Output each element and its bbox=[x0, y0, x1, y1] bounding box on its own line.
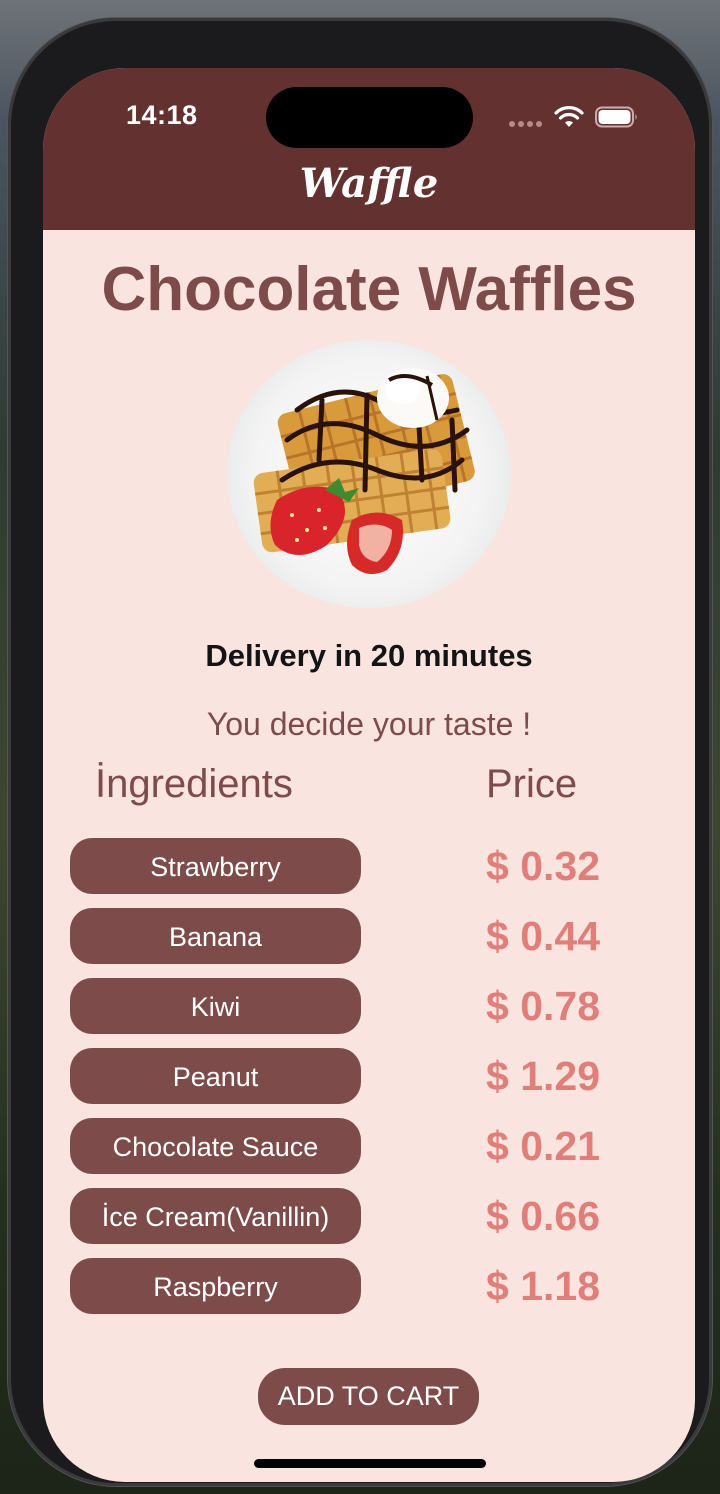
waffle-image bbox=[227, 340, 511, 608]
ingredient-row: Banana $ 0.44 bbox=[43, 908, 695, 978]
ingredient-button-raspberry[interactable]: Raspberry bbox=[70, 1258, 361, 1314]
ingredient-button-kiwi[interactable]: Kiwi bbox=[70, 978, 361, 1034]
ingredient-list: Strawberry $ 0.32 Banana $ 0.44 Kiwi $ 0… bbox=[43, 838, 695, 1328]
add-to-cart-button[interactable]: ADD TO CART bbox=[258, 1368, 479, 1425]
ingredient-button-strawberry[interactable]: Strawberry bbox=[70, 838, 361, 894]
dynamic-island bbox=[266, 87, 473, 148]
price-label: $ 0.44 bbox=[486, 913, 600, 959]
ingredient-row: Raspberry $ 1.18 bbox=[43, 1258, 695, 1328]
tagline-text: You decide your taste ! bbox=[206, 706, 532, 742]
ingredient-button-banana[interactable]: Banana bbox=[70, 908, 361, 964]
ingredient-button-chocolate-sauce[interactable]: Chocolate Sauce bbox=[70, 1118, 361, 1174]
ingredient-button-peanut[interactable]: Peanut bbox=[70, 1048, 361, 1104]
price-column-header: Price bbox=[486, 762, 578, 806]
ingredient-row: Kiwi $ 0.78 bbox=[43, 978, 695, 1048]
battery-icon bbox=[595, 106, 637, 128]
waffle-illustration bbox=[253, 368, 475, 574]
phone-frame: 14:18 Waffle Chocolate Waffles Delivery … bbox=[8, 18, 712, 1486]
app-screen: 14:18 Waffle Chocolate Waffles Delivery … bbox=[43, 68, 695, 1482]
price-label: $ 0.66 bbox=[486, 1193, 600, 1239]
price-label: $ 0.78 bbox=[486, 983, 600, 1029]
page-title: Chocolate Waffles bbox=[101, 255, 637, 324]
cellular-signal-icon bbox=[509, 121, 542, 127]
ingredient-row: Peanut $ 1.29 bbox=[43, 1048, 695, 1118]
price-label: $ 1.18 bbox=[486, 1263, 600, 1309]
delivery-time-text: Delivery in 20 minutes bbox=[205, 638, 533, 673]
home-indicator[interactable] bbox=[254, 1459, 486, 1468]
app-header: 14:18 Waffle bbox=[43, 68, 695, 230]
price-label: $ 0.21 bbox=[486, 1123, 600, 1169]
wifi-icon bbox=[554, 106, 584, 127]
app-title: Waffle bbox=[299, 160, 439, 207]
ingredients-column-header: İngredients bbox=[95, 762, 293, 806]
status-time: 14:18 bbox=[126, 100, 198, 130]
ingredient-row: Chocolate Sauce $ 0.21 bbox=[43, 1118, 695, 1188]
ingredient-button-ice-cream[interactable]: İce Cream(Vanillin) bbox=[70, 1188, 361, 1244]
price-label: $ 1.29 bbox=[486, 1053, 600, 1099]
price-label: $ 0.32 bbox=[486, 843, 600, 889]
ingredient-row: Strawberry $ 0.32 bbox=[43, 838, 695, 908]
ingredient-row: İce Cream(Vanillin) $ 0.66 bbox=[43, 1188, 695, 1258]
